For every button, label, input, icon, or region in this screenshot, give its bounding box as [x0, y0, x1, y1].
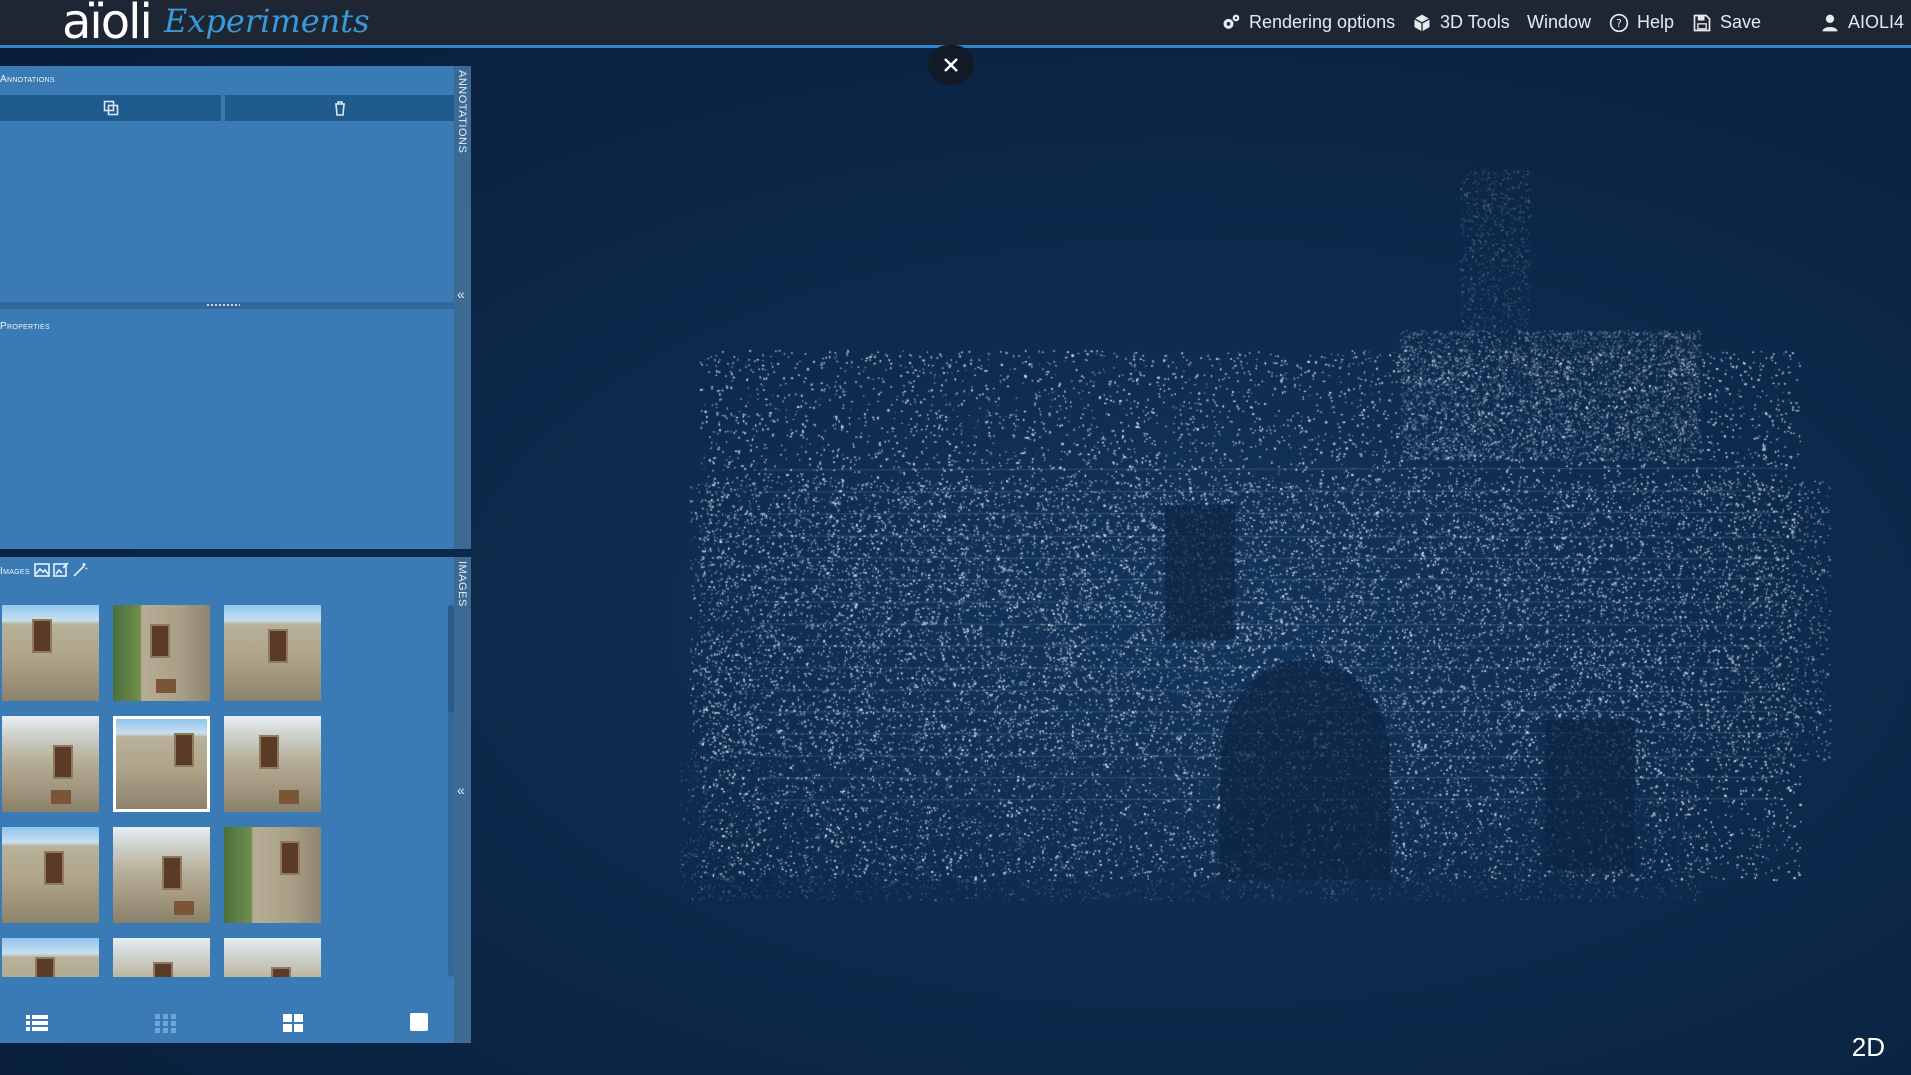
image-thumbnail[interactable] — [2, 827, 99, 923]
thumbnail-window-detail — [259, 735, 279, 769]
image-thumbnail[interactable] — [224, 605, 321, 701]
images-panel: Images IMAGES « — [0, 557, 471, 1043]
svg-text:?: ? — [1616, 17, 1622, 30]
close-button[interactable] — [928, 45, 974, 85]
duplicate-annotation-button[interactable] — [0, 95, 221, 121]
images-side-label: IMAGES — [456, 561, 468, 607]
menu-label: Rendering options — [1249, 12, 1396, 32]
menu-label: Window — [1527, 12, 1592, 32]
small-grid-button[interactable] — [155, 1013, 177, 1038]
thumbnail-window-detail — [53, 745, 73, 779]
small-grid-icon — [155, 1014, 176, 1033]
annotations-title: Annotations — [0, 74, 55, 85]
user-icon — [1822, 14, 1838, 31]
top-bar: aïoli Experiments Rendering options 3D T… — [0, 0, 1911, 50]
list-view-button[interactable] — [26, 1013, 48, 1038]
menu-window[interactable]: Window — [1527, 12, 1591, 33]
thumbnail-window-detail — [35, 957, 55, 977]
menu-rendering-options[interactable]: Rendering options — [1221, 12, 1395, 33]
image-thumbnail[interactable] — [2, 938, 99, 977]
image-thumbnail[interactable] — [113, 938, 210, 977]
trash-icon — [334, 101, 345, 116]
thumbnail-door-detail — [174, 901, 194, 915]
menu-user[interactable]: AIOLI4 — [1820, 12, 1904, 33]
view-mode-bar — [0, 1007, 454, 1037]
image-thumbnail[interactable] — [113, 605, 210, 701]
large-grid-button[interactable] — [282, 1013, 304, 1038]
image-thumbnail[interactable] — [2, 716, 99, 812]
floppy-icon — [1693, 14, 1711, 31]
menu-3d-tools[interactable]: 3D Tools — [1412, 12, 1510, 33]
menu-help[interactable]: ? Help — [1609, 12, 1674, 33]
thumbnail-window-detail — [44, 851, 64, 885]
close-icon — [944, 58, 958, 72]
thumbnail-window-detail — [150, 624, 170, 658]
cube-icon — [1414, 14, 1430, 31]
thumbnail-window-detail — [268, 629, 288, 663]
thumbnail-window-detail — [280, 841, 300, 875]
duplicate-icon — [103, 100, 118, 116]
menu-label: 3D Tools — [1440, 12, 1510, 32]
annotations-side-tab[interactable]: ANNOTATIONS « — [454, 66, 471, 549]
thumbnail-window-detail — [32, 619, 52, 653]
image-thumbnail[interactable] — [224, 938, 321, 977]
menu-label: Save — [1720, 12, 1762, 32]
panel-splitter[interactable] — [0, 302, 454, 309]
single-view-button[interactable] — [408, 1013, 430, 1038]
magic-wand-icon[interactable] — [72, 562, 88, 578]
large-grid-icon — [283, 1014, 303, 1032]
thumbnail-window-detail — [271, 967, 291, 977]
thumbnail-door-detail — [51, 790, 71, 804]
app-logo[interactable]: aïoli — [62, 0, 153, 50]
help-icon: ? — [1609, 13, 1629, 32]
images-title: Images — [0, 566, 30, 577]
image-thumbnail[interactable] — [113, 827, 210, 923]
delete-annotation-button[interactable] — [225, 95, 454, 121]
annotations-panel: Annotations Properties ANNOTATIONS « — [0, 66, 471, 549]
image-thumbnail-grid — [2, 605, 446, 977]
images-side-tab[interactable]: IMAGES « — [454, 557, 471, 1043]
menu-label: Help — [1637, 12, 1675, 32]
gears-icon — [1223, 14, 1240, 29]
image-edit-icon[interactable] — [53, 562, 69, 578]
thumbnail-door-detail — [156, 679, 176, 693]
thumbnail-door-detail — [279, 790, 299, 804]
image-thumbnail[interactable] — [224, 716, 321, 812]
properties-title: Properties — [0, 321, 50, 332]
image-thumbnail[interactable] — [113, 716, 210, 812]
view-mode-toggle[interactable]: 2D — [1852, 1032, 1885, 1063]
images-toolbar — [34, 562, 88, 578]
image-thumbnail[interactable] — [2, 605, 99, 701]
app-logo-subtitle: Experiments — [164, 2, 370, 40]
single-view-icon — [410, 1013, 428, 1031]
thumbnail-window-detail — [162, 856, 182, 890]
menu-save[interactable]: Save — [1692, 12, 1761, 33]
thumbnail-window-detail — [153, 962, 173, 977]
thumbnail-window-detail — [174, 733, 194, 767]
collapse-chevron-icon[interactable]: « — [457, 782, 465, 798]
collapse-chevron-icon[interactable]: « — [457, 286, 465, 302]
menu-label: AIOLI4 — [1848, 12, 1905, 32]
annotations-side-label: ANNOTATIONS — [456, 70, 468, 154]
splitter-grip[interactable] — [206, 303, 240, 307]
image-icon[interactable] — [34, 562, 50, 578]
image-thumbnail[interactable] — [224, 827, 321, 923]
list-view-icon — [26, 1015, 48, 1031]
